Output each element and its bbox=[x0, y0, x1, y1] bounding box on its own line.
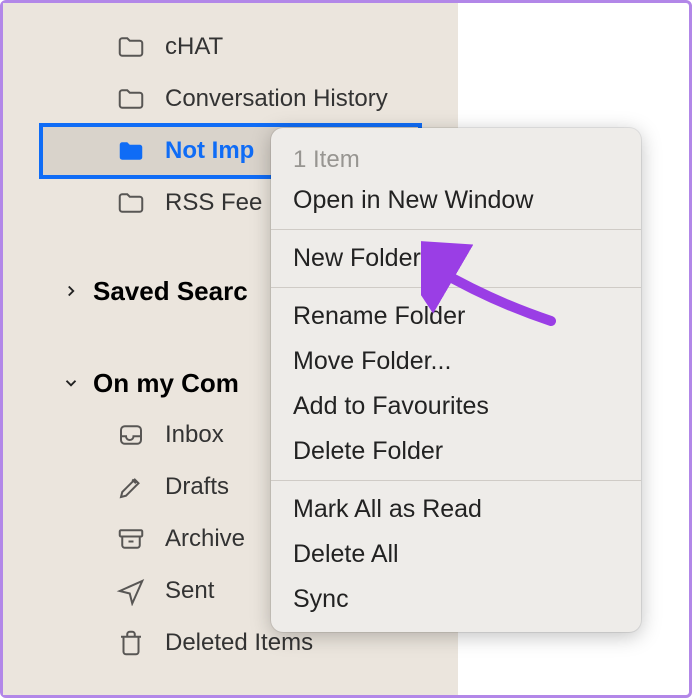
folder-label: Sent bbox=[165, 577, 214, 605]
folder-label: Deleted Items bbox=[165, 629, 313, 657]
menu-move-folder[interactable]: Move Folder... bbox=[271, 339, 641, 384]
menu-new-folder[interactable]: New Folder bbox=[271, 236, 641, 281]
folder-label: RSS Fee bbox=[165, 189, 262, 217]
menu-divider bbox=[271, 480, 641, 481]
inbox-icon bbox=[115, 419, 147, 451]
folder-label: Drafts bbox=[165, 473, 229, 501]
drafts-icon bbox=[115, 471, 147, 503]
menu-divider bbox=[271, 229, 641, 230]
context-menu: 1 Item Open in New Window New Folder Ren… bbox=[271, 128, 641, 632]
section-title: Saved Searc bbox=[93, 276, 248, 307]
menu-divider bbox=[271, 287, 641, 288]
menu-open-new-window[interactable]: Open in New Window bbox=[271, 178, 641, 223]
menu-add-favourites[interactable]: Add to Favourites bbox=[271, 384, 641, 429]
folder-item-conversation-history[interactable]: Conversation History bbox=[3, 73, 458, 125]
archive-icon bbox=[115, 523, 147, 555]
menu-rename-folder[interactable]: Rename Folder bbox=[271, 294, 641, 339]
menu-delete-all[interactable]: Delete All bbox=[271, 532, 641, 577]
folder-label: Inbox bbox=[165, 421, 224, 449]
context-menu-header: 1 Item bbox=[271, 138, 641, 178]
folder-outline-icon bbox=[115, 31, 147, 63]
chevron-right-icon bbox=[61, 281, 81, 301]
chevron-down-icon bbox=[61, 373, 81, 393]
folder-outline-icon bbox=[115, 187, 147, 219]
menu-delete-folder[interactable]: Delete Folder bbox=[271, 429, 641, 474]
sent-icon bbox=[115, 575, 147, 607]
folder-item-chat[interactable]: cHAT bbox=[3, 21, 458, 73]
folder-label: Archive bbox=[165, 525, 245, 553]
folder-label: Conversation History bbox=[165, 85, 388, 113]
folder-label: Not Imp bbox=[165, 137, 254, 165]
section-title: On my Com bbox=[93, 368, 239, 399]
folder-solid-icon bbox=[115, 135, 147, 167]
folder-outline-icon bbox=[115, 83, 147, 115]
trash-icon bbox=[115, 627, 147, 659]
folder-label: cHAT bbox=[165, 33, 223, 61]
menu-sync[interactable]: Sync bbox=[271, 577, 641, 622]
menu-mark-all-read[interactable]: Mark All as Read bbox=[271, 487, 641, 532]
